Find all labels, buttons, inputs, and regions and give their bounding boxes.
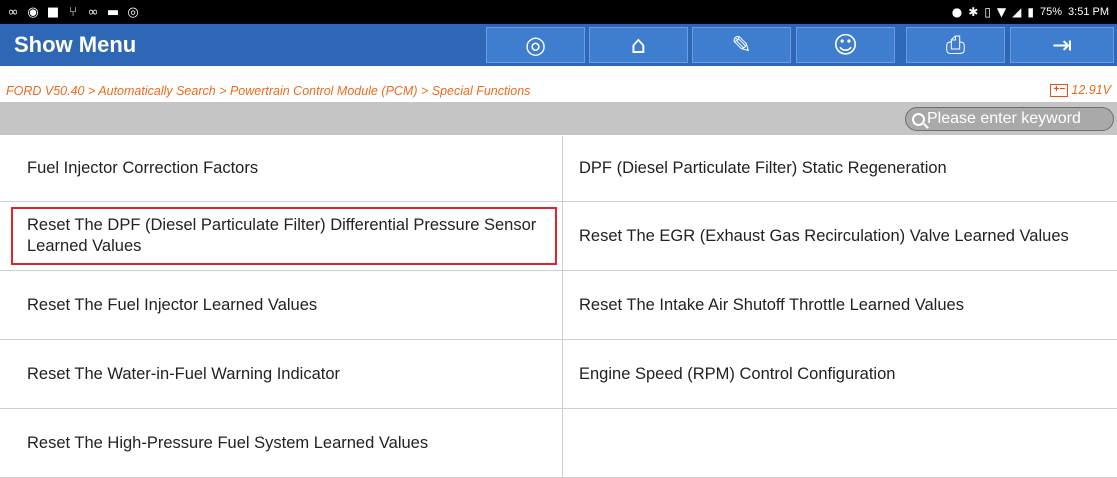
menu-item[interactable]: Reset The High-Pressure Fuel System Lear…: [0, 409, 563, 477]
bluetooth-icon: ✱: [968, 5, 979, 19]
location-icon: ●: [951, 5, 963, 19]
home-icon: ⌂: [630, 31, 647, 59]
breadcrumb: FORD V50.40 > Automatically Search > Pow…: [6, 84, 531, 98]
search-bar: [0, 102, 1117, 135]
menu-item[interactable]: Reset The Water-in-Fuel Warning Indicato…: [0, 340, 563, 408]
menu-item[interactable]: DPF (Diesel Particulate Filter) Static R…: [564, 136, 1117, 201]
vibrate-icon: ▯: [984, 5, 991, 19]
search-icon: [912, 112, 925, 126]
menu-row: Reset The Water-in-Fuel Warning Indicato…: [0, 340, 1117, 409]
breadcrumb-bar: FORD V50.40 > Automatically Search > Pow…: [0, 78, 1117, 103]
search-input[interactable]: [927, 110, 1109, 128]
voltage-value: 12.91V: [1071, 83, 1111, 97]
wifi-icon: ▼: [996, 5, 1007, 19]
exit-button[interactable]: ⇥: [1010, 27, 1114, 63]
app-toolbar: Show Menu ◎ ⌂ ✎ ☺ ⎙ ⇥: [0, 24, 1117, 66]
clock: 3:51 PM: [1068, 6, 1109, 18]
steering-wheel-icon: ◎: [525, 31, 546, 59]
printer-icon: ⎙: [945, 31, 966, 59]
menu-item[interactable]: Engine Speed (RPM) Control Configuration: [564, 340, 1117, 408]
menu-item-selected[interactable]: Reset The DPF (Diesel Particulate Filter…: [0, 202, 563, 270]
battery-percent: 75%: [1040, 6, 1063, 18]
print-button[interactable]: ⎙: [906, 27, 1005, 63]
menu-item-empty: [564, 409, 1117, 477]
battery-icon: ▮: [1027, 5, 1034, 19]
wireless-icon: ◎: [127, 4, 139, 20]
menu-item[interactable]: Reset The Fuel Injector Learned Values: [0, 271, 563, 339]
user-button[interactable]: ☺: [796, 27, 895, 63]
edit-report-button[interactable]: ✎: [692, 27, 791, 63]
menu-item[interactable]: Reset The EGR (Exhaust Gas Recirculation…: [564, 202, 1117, 270]
car-battery-icon: +−: [1050, 83, 1069, 97]
menu-item[interactable]: Reset The Intake Air Shutoff Throttle Le…: [564, 271, 1117, 339]
battery-voltage: +− 12.91V: [1050, 83, 1111, 97]
menu-row: Fuel Injector Correction Factors DPF (Di…: [0, 136, 1117, 202]
app-icon: ◉: [27, 4, 39, 20]
home-button[interactable]: ⌂: [589, 27, 688, 63]
user-icon: ☺: [832, 31, 859, 59]
steering-wheel-button[interactable]: ◎: [486, 27, 585, 63]
link-icon: ∞: [87, 4, 99, 20]
status-bar: ∞ ◉ ■ ⑂ ∞ ▬ ◎ ● ✱ ▯ ▼ ◢ ▮ 75% 3:51 PM: [0, 0, 1117, 24]
search-box[interactable]: [905, 107, 1114, 131]
page-title: Show Menu: [14, 32, 137, 57]
usb-icon: ⑂: [69, 4, 77, 20]
exit-icon: ⇥: [1051, 31, 1073, 59]
menu-row: Reset The Fuel Injector Learned Values R…: [0, 271, 1117, 340]
link-icon: ∞: [7, 4, 19, 20]
signal-icon: ◢: [1012, 5, 1022, 19]
video-icon: ▬: [106, 4, 120, 20]
menu-row: Reset The High-Pressure Fuel System Lear…: [0, 409, 1117, 478]
edit-icon: ✎: [731, 31, 752, 59]
menu-item[interactable]: Fuel Injector Correction Factors: [0, 136, 563, 201]
function-menu: Fuel Injector Correction Factors DPF (Di…: [0, 136, 1117, 478]
system-status: ● ✱ ▯ ▼ ◢ ▮ 75% 3:51 PM: [952, 5, 1109, 19]
menu-row: Reset The DPF (Diesel Particulate Filter…: [0, 202, 1117, 271]
image-icon: ■: [46, 4, 60, 20]
notification-icons: ∞ ◉ ■ ⑂ ∞ ▬ ◎: [6, 6, 140, 19]
